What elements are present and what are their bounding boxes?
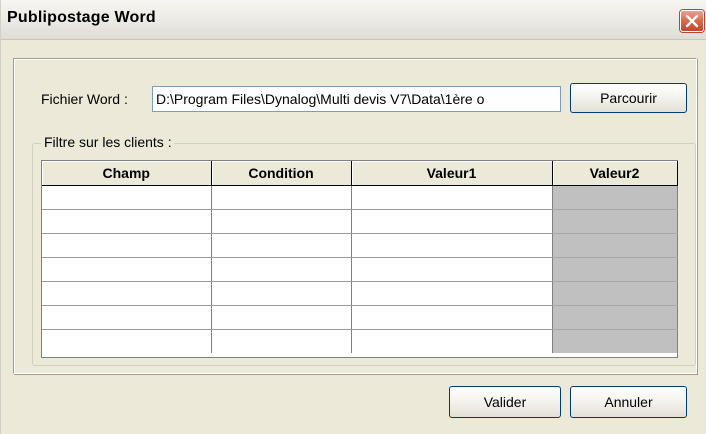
- cell-condition[interactable]: [211, 257, 352, 282]
- cell-condition[interactable]: [211, 281, 352, 306]
- cell-champ[interactable]: [42, 281, 212, 306]
- column-header-champ[interactable]: Champ: [42, 161, 212, 186]
- column-header-valeur2[interactable]: Valeur2: [552, 161, 678, 186]
- filter-grid[interactable]: Champ Condition Valeur1 Valeur2: [41, 160, 678, 358]
- cell-valeur1[interactable]: [351, 281, 553, 306]
- client-filter-legend: Filtre sur les clients :: [41, 134, 174, 150]
- table-row[interactable]: [42, 305, 678, 330]
- cell-champ[interactable]: [42, 257, 212, 282]
- cell-valeur2: [552, 281, 678, 306]
- title-bar[interactable]: Publipostage Word: [1, 0, 706, 40]
- validate-button[interactable]: Valider: [449, 386, 561, 418]
- cell-condition[interactable]: [211, 209, 352, 234]
- column-header-condition[interactable]: Condition: [211, 161, 352, 186]
- cell-valeur1[interactable]: [351, 233, 553, 258]
- window-title: Publipostage Word: [7, 9, 156, 26]
- table-row[interactable]: [42, 185, 678, 210]
- cell-valeur2: [552, 233, 678, 258]
- column-header-valeur1[interactable]: Valeur1: [351, 161, 553, 186]
- cell-condition[interactable]: [211, 233, 352, 258]
- close-button[interactable]: [680, 10, 704, 32]
- cancel-button[interactable]: Annuler: [570, 386, 687, 418]
- cell-champ[interactable]: [42, 329, 212, 353]
- close-icon: [685, 14, 699, 28]
- cell-condition[interactable]: [211, 305, 352, 330]
- cell-valeur2: [552, 257, 678, 282]
- table-row[interactable]: [42, 281, 678, 306]
- cell-valeur2: [552, 209, 678, 234]
- table-row[interactable]: [42, 329, 678, 353]
- word-file-label: Fichier Word :: [41, 91, 128, 107]
- cell-valeur1[interactable]: [351, 305, 553, 330]
- cell-valeur1[interactable]: [351, 185, 553, 210]
- cell-champ[interactable]: [42, 305, 212, 330]
- cell-champ[interactable]: [42, 209, 212, 234]
- cell-valeur1[interactable]: [351, 257, 553, 282]
- filter-grid-body: [42, 185, 678, 353]
- cell-champ[interactable]: [42, 233, 212, 258]
- cell-valeur2: [552, 329, 678, 353]
- table-row[interactable]: [42, 257, 678, 282]
- cell-valeur2: [552, 305, 678, 330]
- cell-valeur1[interactable]: [351, 329, 553, 353]
- word-file-input[interactable]: D:\Program Files\Dynalog\Multi devis V7\…: [152, 86, 561, 112]
- cell-champ[interactable]: [42, 185, 212, 210]
- cell-valeur1[interactable]: [351, 209, 553, 234]
- cell-condition[interactable]: [211, 329, 352, 353]
- dialog-window: Publipostage Word Fichier Word : D:\Prog…: [0, 0, 706, 434]
- table-row[interactable]: [42, 209, 678, 234]
- table-row[interactable]: [42, 233, 678, 258]
- browse-button[interactable]: Parcourir: [570, 83, 687, 113]
- cell-condition[interactable]: [211, 185, 352, 210]
- cell-valeur2: [552, 185, 678, 210]
